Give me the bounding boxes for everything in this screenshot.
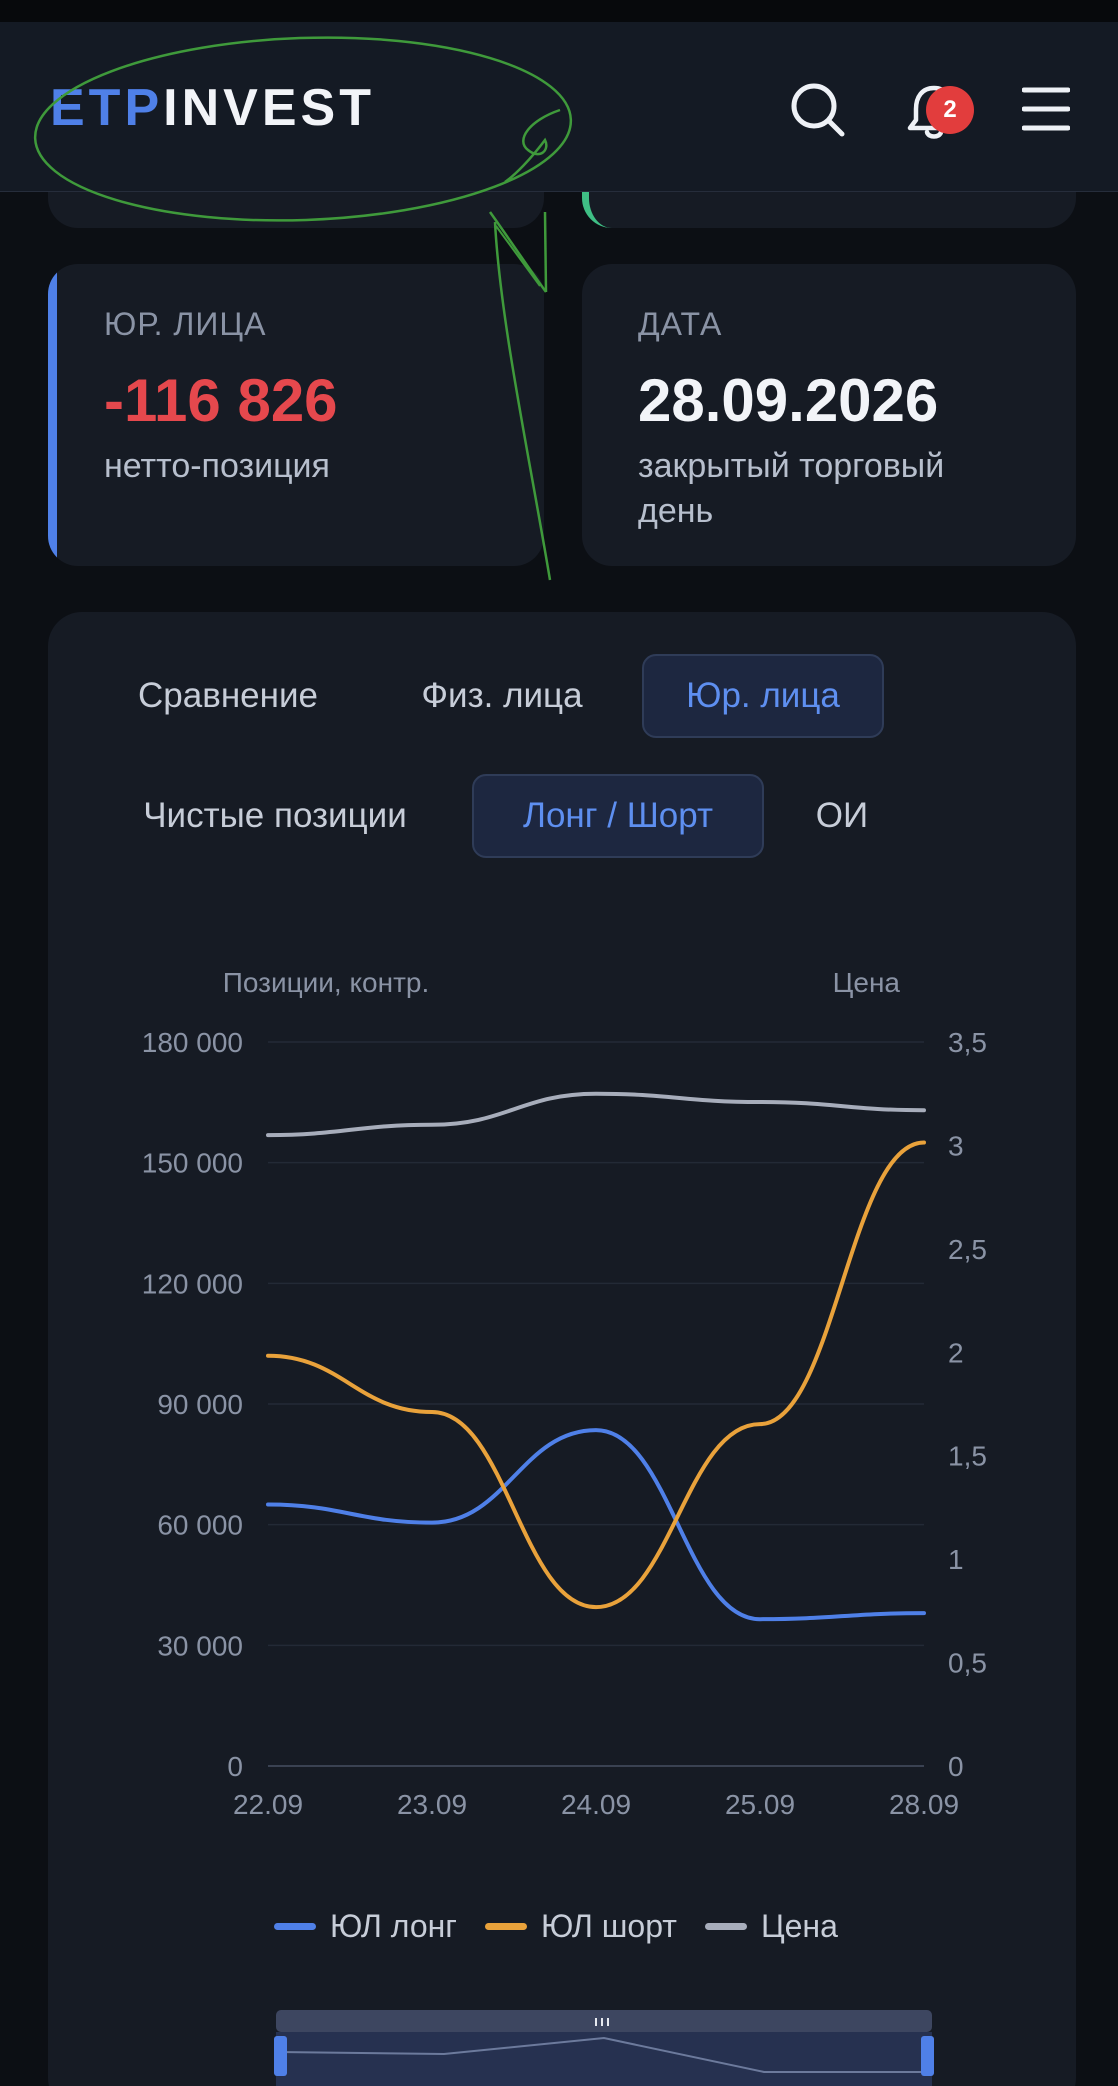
y-tick-label-right: 2,5 (948, 1234, 987, 1265)
x-tick-label: 24.09 (561, 1789, 631, 1820)
legend-item-short[interactable]: ЮЛ шорт (484, 1908, 677, 1945)
legend-swatch (704, 1923, 747, 1930)
legend-label: ЮЛ лонг (330, 1908, 457, 1944)
chart-legend: ЮЛ лонг ЮЛ шорт Цена (274, 1908, 838, 1945)
slider-track-top[interactable] (276, 2010, 932, 2032)
x-tick-label: 23.09 (397, 1789, 467, 1820)
y-tick-label-right: 0,5 (948, 1648, 987, 1679)
y-tick-label-right: 2 (948, 1337, 964, 1368)
legend-item-long[interactable]: ЮЛ лонг (274, 1908, 457, 1945)
legend-swatch (484, 1923, 527, 1930)
legend-item-price[interactable]: Цена (704, 1908, 838, 1945)
x-tick-label: 28.09 (889, 1789, 959, 1820)
y-tick-label-left: 60 000 (157, 1510, 243, 1541)
y-tick-label-left: 150 000 (142, 1148, 243, 1179)
y-tick-label-left: 180 000 (142, 1027, 243, 1058)
y-axis-right-title: Цена (833, 967, 901, 998)
series-line-price (266, 1091, 926, 1138)
x-tick-label: 22.09 (233, 1789, 303, 1820)
legend-label: ЮЛ шорт (540, 1908, 677, 1944)
slider-window (276, 2032, 932, 2086)
range-slider[interactable] (274, 2010, 934, 2086)
series-line-short (266, 1140, 926, 1610)
slider-handle-left[interactable] (274, 2036, 287, 2076)
y-tick-label-left: 0 (227, 1751, 243, 1782)
y-tick-label-right: 1 (948, 1544, 964, 1575)
y-tick-label-right: 1,5 (948, 1441, 987, 1472)
y-tick-label-left: 90 000 (157, 1389, 243, 1420)
positions-chart[interactable]: Позиции, контр. Цена030 00060 00090 00012… (0, 0, 1118, 2086)
legend-swatch (274, 1923, 316, 1930)
y-tick-label-right: 3,5 (948, 1027, 987, 1058)
y-tick-label-right: 3 (948, 1130, 964, 1161)
y-axis-left-title: Позиции, контр. (223, 967, 430, 998)
x-tick-label: 25.09 (725, 1789, 795, 1820)
legend-label: Цена (760, 1908, 838, 1944)
y-tick-label-left: 120 000 (142, 1268, 243, 1299)
y-tick-label-right: 0 (948, 1751, 964, 1782)
slider-handle-right[interactable] (921, 2036, 934, 2076)
y-tick-label-left: 30 000 (157, 1630, 243, 1661)
